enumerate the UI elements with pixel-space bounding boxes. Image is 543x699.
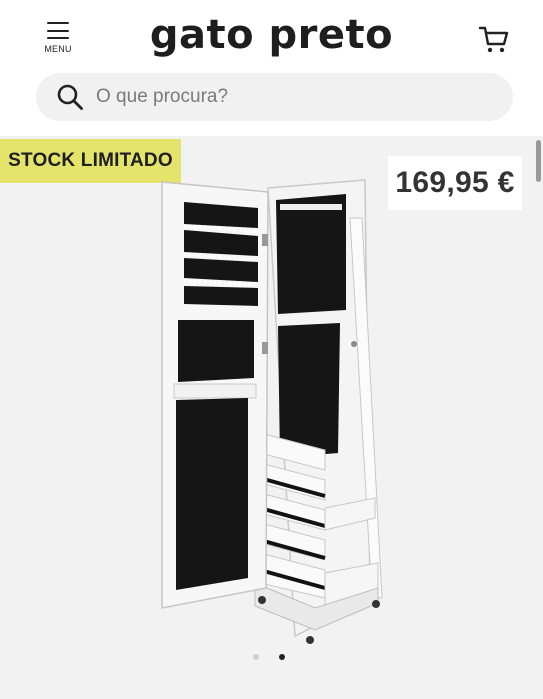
search-icon[interactable] (56, 83, 84, 111)
scrollbar[interactable] (536, 140, 541, 182)
site-header: MENU gato preto (0, 0, 543, 136)
stock-badge: STOCK LIMITADO (0, 139, 181, 183)
product-image[interactable] (150, 178, 390, 648)
search-bar[interactable] (36, 73, 513, 121)
cart-icon (478, 26, 509, 53)
cart-button[interactable] (477, 22, 511, 56)
carousel-dots (253, 654, 285, 660)
search-input[interactable] (94, 85, 458, 109)
carousel-dot[interactable] (253, 654, 259, 660)
carousel-dot-active[interactable] (279, 654, 285, 660)
site-logo[interactable]: gato preto (0, 12, 543, 58)
price-tag: 169,95 € (388, 156, 522, 210)
